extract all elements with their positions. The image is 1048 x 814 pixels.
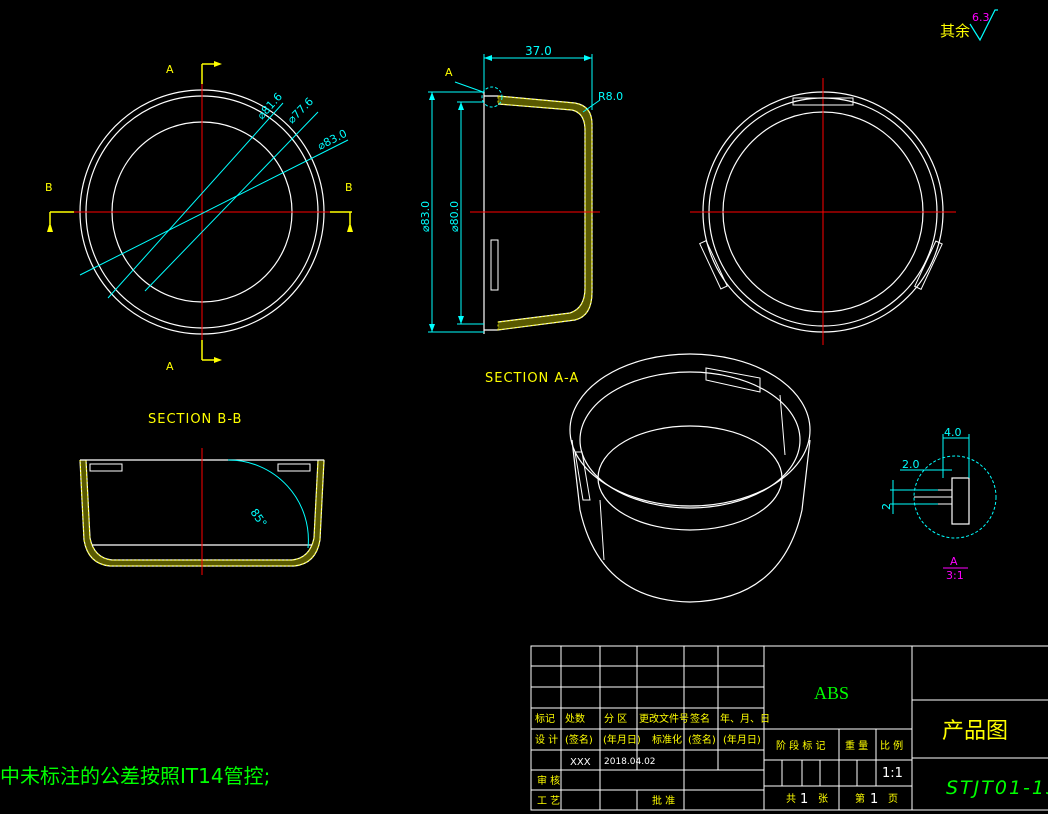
tb-date: 2018.04.02 xyxy=(604,757,656,767)
tb-header-count: 处数 xyxy=(565,712,585,725)
dim-angle-85: 85° xyxy=(248,506,270,529)
tb-drawing-code: STJT01-13 xyxy=(946,777,1048,799)
tb-header-doc: 更改文件号 xyxy=(639,712,689,725)
tb-review: 审 核 xyxy=(537,774,560,787)
tb-page-pre: 第 xyxy=(855,792,865,805)
tb-page-post: 页 xyxy=(888,793,898,805)
tb-design: 设 计 xyxy=(535,733,558,746)
tb-header-sign: 签名 xyxy=(690,712,710,725)
section-bb-title: SECTION B-B xyxy=(148,412,242,427)
detail-a-scale: 3:1 xyxy=(946,569,964,582)
tolerance-note: 中未标注的公差按照IT14管控; xyxy=(0,764,271,788)
tb-weight: 重 量 xyxy=(845,739,868,752)
tb-header-mark: 标记 xyxy=(535,713,555,725)
isometric-view xyxy=(569,353,811,603)
label-a-top: A xyxy=(166,63,174,76)
dim-h80: ⌀80.0 xyxy=(448,201,461,232)
dim-r8: R8.0 xyxy=(598,90,623,103)
dim-d83-0: ⌀83.0 xyxy=(315,127,349,153)
dim-detail-4: 4.0 xyxy=(944,426,962,439)
surface-label: 其余 xyxy=(940,22,970,40)
tb-standard: 标准化 xyxy=(652,733,682,746)
label-b-right: B xyxy=(345,181,353,194)
section-aa-title: SECTION A-A xyxy=(485,371,579,386)
tb-standard-date: (年月日) xyxy=(723,733,761,746)
cad-drawing-canvas: ⌀81.6 ⌀77.6 ⌀83.0 A A B B 37.0 R8.0 ⌀83.… xyxy=(45,9,1048,811)
tb-design-date: (年月日) xyxy=(603,733,641,746)
tb-standard-sign: (签名) xyxy=(688,733,716,746)
tb-header-zone: 分 区 xyxy=(604,713,627,725)
section-bb-view xyxy=(79,448,325,575)
tb-design-sign: (签名) xyxy=(565,733,593,746)
tb-stage: 阶 段 标 记 xyxy=(776,739,826,752)
tb-designer: XXX xyxy=(570,757,591,768)
tb-total-post: 张 xyxy=(818,793,828,805)
tb-ratio: 比 例 xyxy=(880,739,903,752)
tb-drawing-name: 产品图 xyxy=(942,719,1008,744)
tb-process: 工 艺 xyxy=(537,795,560,807)
tb-header-date: 年、月、日 xyxy=(720,712,770,725)
tb-total: 1 xyxy=(800,792,808,807)
detail-a-letter: A xyxy=(950,555,958,568)
dim-detail-2v: 2 xyxy=(880,503,893,510)
section-aa-view xyxy=(428,54,601,334)
tb-approve: 批 准 xyxy=(652,794,675,807)
label-a-bottom: A xyxy=(166,360,174,373)
label-b-left: B xyxy=(45,181,53,194)
tb-scale: 1:1 xyxy=(882,766,903,781)
bottom-view xyxy=(690,78,956,345)
dim-width-37: 37.0 xyxy=(525,44,552,58)
dim-detail-2: 2.0 xyxy=(902,458,920,471)
tb-page: 1 xyxy=(870,792,878,807)
detail-a-view xyxy=(890,434,997,569)
surface-value: 6.3 xyxy=(972,11,990,24)
dim-h83: ⌀83.0 xyxy=(419,201,432,232)
dim-d77-6: ⌀77.6 xyxy=(285,95,316,126)
tb-total-pre: 共 xyxy=(786,793,796,805)
tb-material: ABS xyxy=(814,683,849,703)
label-detail-a-ref: A xyxy=(445,66,453,79)
